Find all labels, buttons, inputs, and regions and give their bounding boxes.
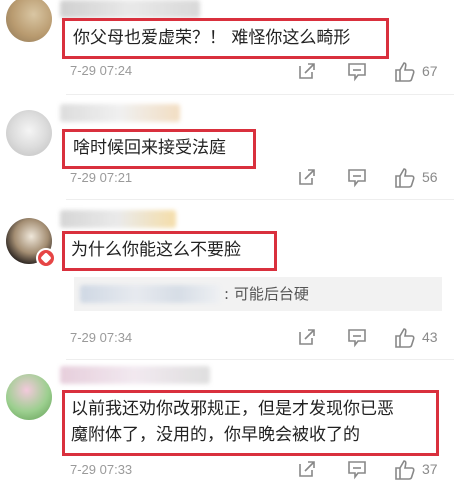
verified-badge (36, 248, 56, 268)
comment-text: 你父母也爱虚荣？！ 难怪你这么畸形 (73, 28, 351, 48)
comment-highlight-box: 啥时候回来接受法庭 (62, 129, 256, 169)
avatar[interactable] (6, 374, 52, 420)
reply-text: : 可能后台硬 (224, 285, 309, 303)
comment-icon[interactable] (346, 458, 368, 480)
divider (66, 94, 454, 95)
username-blurred[interactable] (60, 366, 210, 384)
comment-icon[interactable] (346, 60, 368, 82)
like-count: 56 (422, 169, 438, 185)
comment-1: 你父母也爱虚荣？！ 难怪你这么畸形 7-29 07:24 67 (0, 0, 454, 96)
comment-time: 7-29 07:34 (70, 330, 133, 345)
comment-4: 以前我还劝你改邪规正，但是才发现你已恶 魔附体了，没用的，你早晚会被收了的 7-… (0, 360, 454, 481)
username-blurred[interactable] (60, 104, 180, 122)
comment-text-line2: 魔附体了，没用的，你早晚会被收了的 (71, 425, 360, 445)
like-icon[interactable] (393, 326, 417, 350)
username-blurred[interactable] (60, 210, 176, 228)
reply-preview[interactable]: : 可能后台硬 (74, 277, 442, 311)
comment-text-line1: 以前我还劝你改邪规正，但是才发现你已恶 (71, 399, 394, 419)
avatar[interactable] (6, 110, 52, 156)
like-icon[interactable] (393, 166, 417, 190)
comment-highlight-box: 你父母也爱虚荣？！ 难怪你这么畸形 (62, 18, 389, 59)
like-icon[interactable] (393, 60, 417, 84)
share-icon[interactable] (296, 326, 318, 348)
comment-highlight-box: 为什么你能这么不要脸 (62, 231, 277, 271)
comment-actions: 56 (294, 166, 454, 190)
like-count: 37 (422, 461, 438, 477)
reply-username-blurred (80, 285, 220, 303)
comment-actions: 43 (294, 326, 454, 350)
comment-time: 7-29 07:24 (70, 63, 133, 78)
comment-time: 7-29 07:33 (70, 462, 133, 477)
comment-actions: 37 (294, 458, 454, 482)
comment-2: 啥时候回来接受法庭 7-29 07:21 56 (0, 96, 454, 200)
like-count: 43 (422, 329, 438, 345)
comment-text: 为什么你能这么不要脸 (71, 240, 241, 260)
comment-text: 啥时候回来接受法庭 (73, 138, 226, 158)
username-blurred[interactable] (60, 0, 200, 18)
comment-highlight-box: 以前我还劝你改邪规正，但是才发现你已恶 魔附体了，没用的，你早晚会被收了的 (62, 390, 439, 456)
avatar[interactable] (6, 0, 52, 42)
comment-3: 为什么你能这么不要脸 : 可能后台硬 7-29 07:34 43 (0, 200, 454, 360)
comment-time: 7-29 07:21 (70, 170, 133, 185)
share-icon[interactable] (296, 60, 318, 82)
share-icon[interactable] (296, 166, 318, 188)
like-icon[interactable] (393, 458, 417, 482)
comment-icon[interactable] (346, 166, 368, 188)
comment-actions: 67 (294, 60, 454, 84)
comment-icon[interactable] (346, 326, 368, 348)
share-icon[interactable] (296, 458, 318, 480)
like-count: 67 (422, 63, 438, 79)
